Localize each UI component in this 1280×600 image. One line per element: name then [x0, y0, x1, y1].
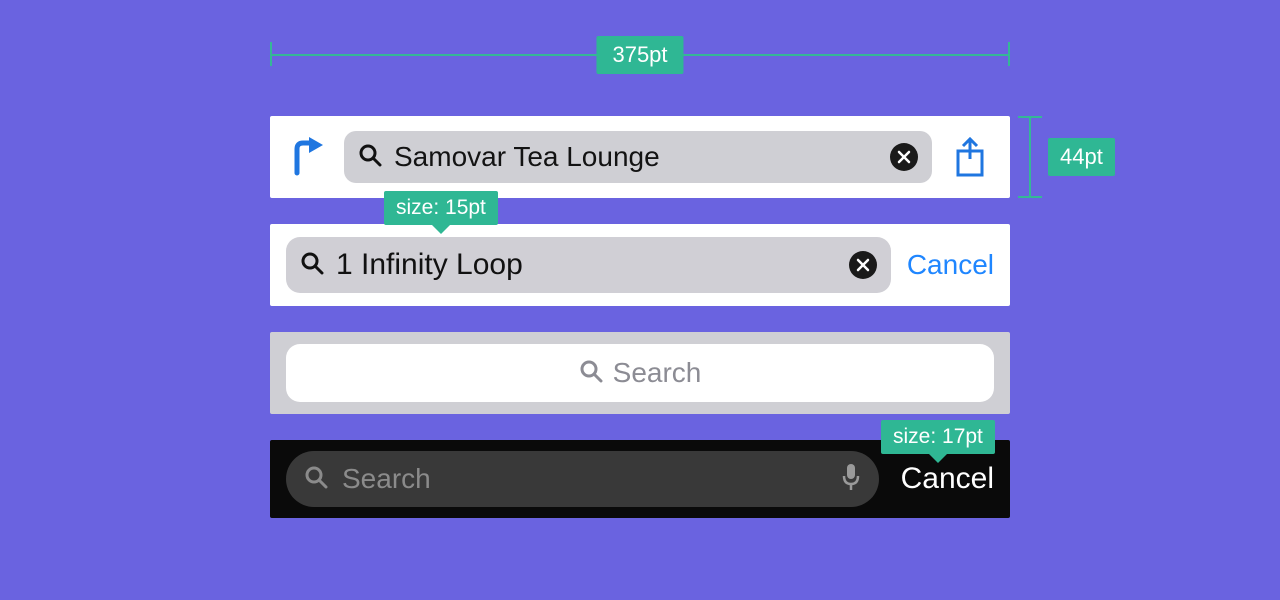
- height-measurement: 44pt: [1018, 116, 1042, 198]
- cancel-button[interactable]: Cancel: [907, 249, 994, 281]
- width-badge: 375pt: [596, 36, 683, 74]
- font-size-annotation: size: 17pt: [881, 420, 995, 454]
- search-field[interactable]: Search: [286, 344, 994, 402]
- clear-button[interactable]: [890, 143, 918, 171]
- clear-button[interactable]: [849, 251, 877, 279]
- ruler-line: [1029, 116, 1031, 198]
- search-cancel-bar: 1 Infinity Loop Cancel: [270, 224, 1010, 306]
- directions-icon[interactable]: [288, 137, 328, 177]
- width-measurement: 375pt: [270, 38, 1010, 72]
- search-field[interactable]: 1 Infinity Loop: [286, 237, 891, 293]
- nav-search-bar: Samovar Tea Lounge: [270, 116, 1010, 198]
- search-icon: [358, 143, 382, 172]
- placeholder-search-bar: Search: [270, 332, 1010, 414]
- ruler-cap: [270, 42, 272, 66]
- cancel-button[interactable]: Cancel: [901, 462, 994, 496]
- ruler-cap: [1008, 42, 1010, 66]
- address-search-field[interactable]: Samovar Tea Lounge: [344, 131, 932, 183]
- search-icon: [579, 359, 603, 388]
- microphone-icon[interactable]: [841, 463, 861, 496]
- search-icon: [304, 465, 328, 494]
- font-size-annotation: size: 15pt: [384, 191, 498, 225]
- search-field[interactable]: Search: [286, 451, 879, 507]
- search-input-value: 1 Infinity Loop: [336, 248, 837, 282]
- search-icon: [300, 251, 324, 280]
- search-input-value: Samovar Tea Lounge: [394, 141, 878, 173]
- ruler-cap: [1018, 196, 1042, 198]
- height-badge: 44pt: [1048, 138, 1115, 176]
- search-placeholder: Search: [342, 463, 827, 495]
- share-icon[interactable]: [948, 137, 992, 177]
- search-placeholder: Search: [613, 357, 702, 389]
- ruler-cap: [1018, 116, 1042, 118]
